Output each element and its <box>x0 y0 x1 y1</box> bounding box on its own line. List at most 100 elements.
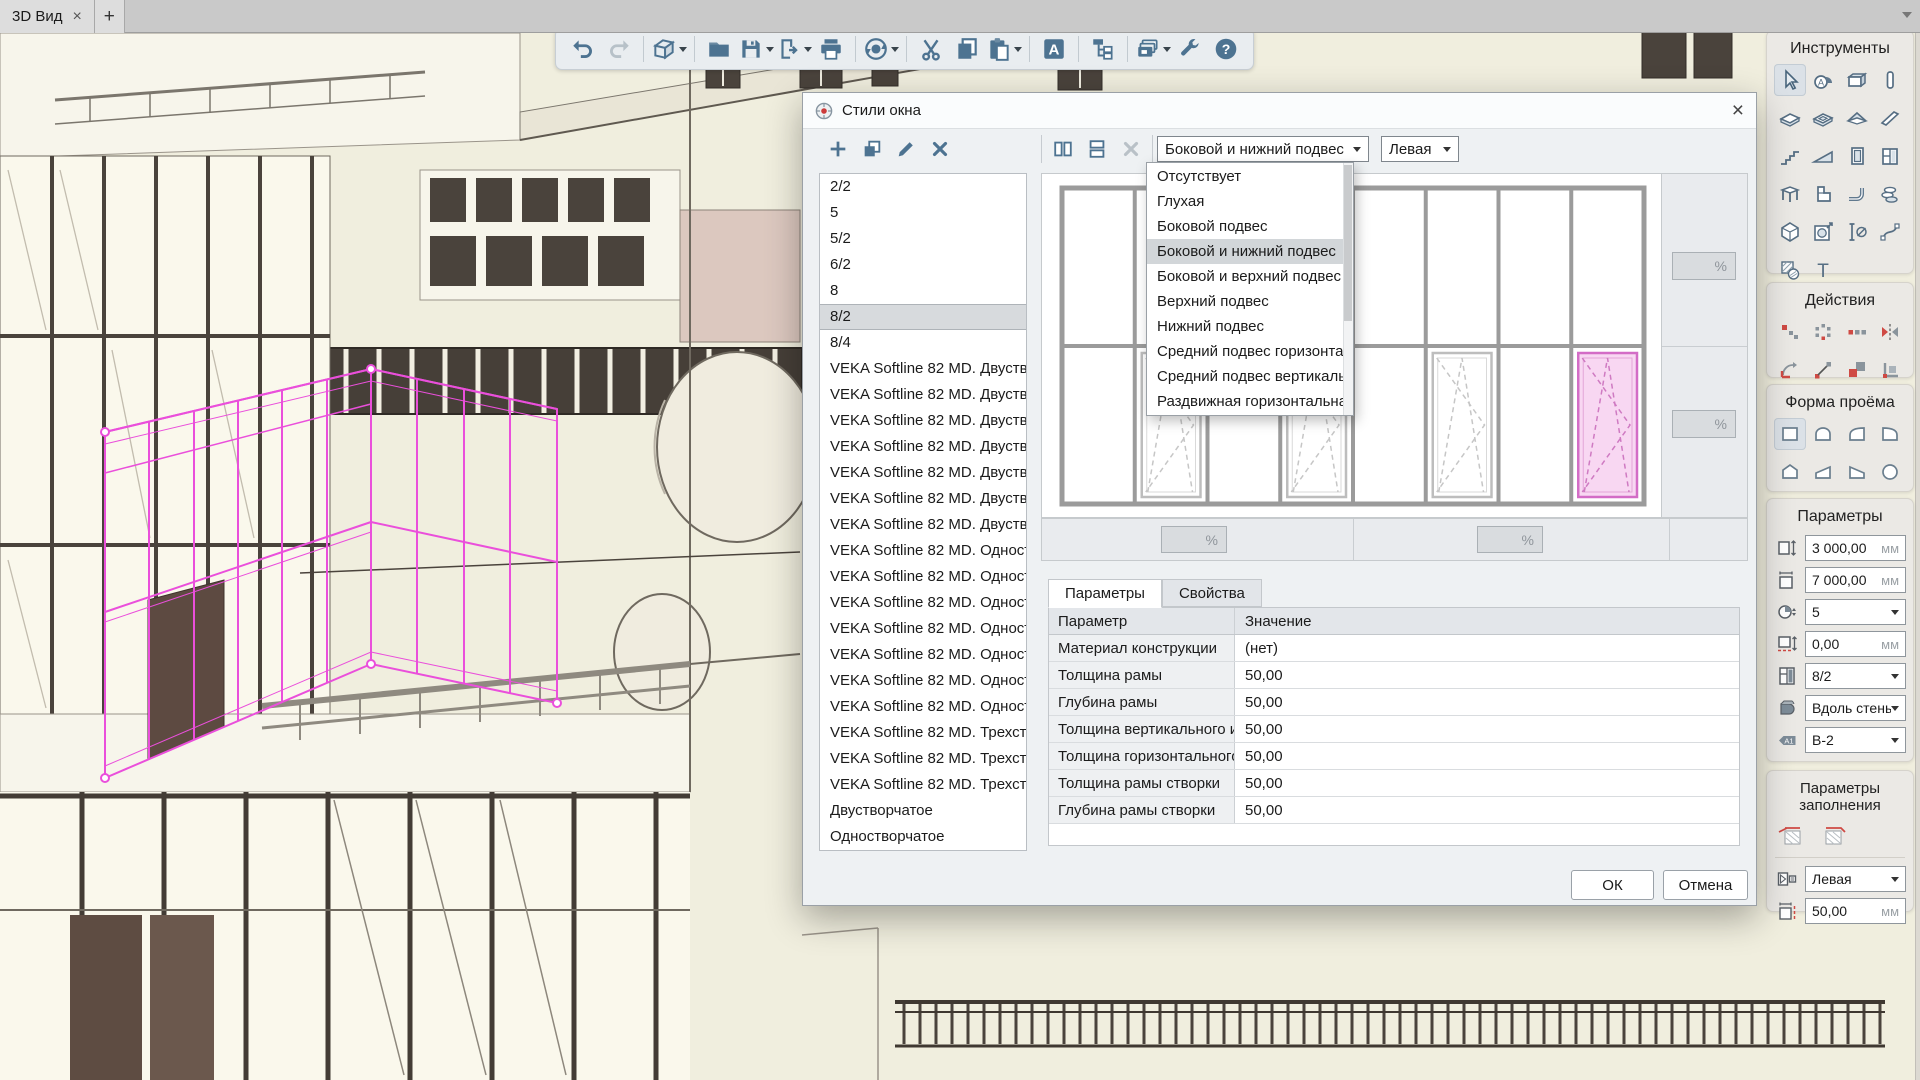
style-list-item[interactable]: VEKA Softline 82 MD. Двустворчато <box>820 408 1026 434</box>
side-combobox[interactable]: Левая <box>1381 136 1459 162</box>
scale-action-icon[interactable] <box>1841 354 1873 386</box>
redo-icon[interactable] <box>602 32 636 66</box>
style-list-item[interactable]: 6/2 <box>820 252 1026 278</box>
sill-outer-icon[interactable] <box>1777 822 1807 848</box>
split-horizontal-button[interactable] <box>1080 133 1114 165</box>
paste-caret[interactable] <box>1014 47 1022 56</box>
offset-action-icon[interactable] <box>1874 354 1906 386</box>
param-value-cell[interactable]: (нет) <box>1235 635 1739 661</box>
shape-arch-icon[interactable] <box>1807 418 1839 450</box>
equipment-tool-icon[interactable] <box>1874 178 1906 210</box>
orbit-icon[interactable] <box>863 32 899 66</box>
door-tool-icon[interactable] <box>1841 140 1873 172</box>
dropdown-option[interactable]: Верхний подвес <box>1147 289 1343 314</box>
dropdown-option[interactable]: Боковой и нижний подвес <box>1147 239 1343 264</box>
style-list-item[interactable]: VEKA Softline 82 MD. Трехстворчат <box>820 772 1026 798</box>
beam-tool-icon[interactable] <box>1874 102 1906 134</box>
style-list-item[interactable]: VEKA Softline 82 MD. Двустворчато <box>820 486 1026 512</box>
copy-icon[interactable] <box>950 32 984 66</box>
help-icon[interactable]: ? <box>1209 32 1243 66</box>
tab-3d-view[interactable]: 3D Вид × <box>0 0 95 33</box>
add-style-button[interactable] <box>821 133 855 165</box>
layers-icon[interactable] <box>1135 32 1171 66</box>
object-structure-icon[interactable] <box>1086 32 1120 66</box>
param-value-cell[interactable]: 50,00 <box>1235 716 1739 742</box>
spline-tool-icon[interactable] <box>1874 216 1906 248</box>
edit-style-button[interactable] <box>889 133 923 165</box>
style-list-item[interactable]: VEKA Softline 82 MD. Двустворчато <box>820 434 1026 460</box>
linear-array-action-icon[interactable] <box>1841 316 1873 348</box>
shape-slope-right-icon[interactable] <box>1807 456 1839 488</box>
style-list-item[interactable]: 5/2 <box>820 226 1026 252</box>
param-value-cell[interactable]: 50,00 <box>1235 797 1739 823</box>
opening-tool-icon[interactable] <box>1807 102 1839 134</box>
new-tab-button[interactable]: + <box>95 0 125 33</box>
tab-parameters[interactable]: Параметры <box>1048 579 1162 608</box>
param-value-cell[interactable]: 50,00 <box>1235 770 1739 796</box>
cancel-button[interactable]: Отмена <box>1663 870 1748 900</box>
shape-rectangle-icon[interactable] <box>1774 418 1806 450</box>
mark-select[interactable]: В-2 <box>1805 727 1906 753</box>
dialog-close-icon[interactable]: × <box>1732 100 1744 121</box>
shape-slope-left-icon[interactable] <box>1841 456 1873 488</box>
style-list-item[interactable]: VEKA Softline 82 MD. Двустворчато <box>820 356 1026 382</box>
style-list-item[interactable]: 8/4 <box>820 330 1026 356</box>
roof-tool-icon[interactable] <box>1841 102 1873 134</box>
element-tool-icon[interactable] <box>1774 216 1806 248</box>
dimension-tool-icon[interactable] <box>1841 216 1873 248</box>
style-list-item[interactable]: VEKA Softline 82 MD. Одностворчат <box>820 590 1026 616</box>
style-list-item[interactable]: VEKA Softline 82 MD. Трехстворчат <box>820 720 1026 746</box>
export-caret[interactable] <box>804 47 812 56</box>
dropdown-option[interactable]: Боковой подвес <box>1147 214 1343 239</box>
assembly-tool-icon[interactable] <box>1807 216 1839 248</box>
shape-arc-left-icon[interactable] <box>1841 418 1873 450</box>
tab-close-icon[interactable]: × <box>72 9 81 25</box>
style-list-item[interactable]: VEKA Softline 82 MD. Трехстворчат <box>820 746 1026 772</box>
param-value-cell[interactable]: 50,00 <box>1235 662 1739 688</box>
dialog-title-bar[interactable]: Стили окна × <box>803 93 1756 129</box>
dropdown-option[interactable]: Раздвижная горизонтальная <box>1147 389 1343 414</box>
print-icon[interactable] <box>814 32 848 66</box>
export-icon[interactable] <box>776 32 812 66</box>
save-caret[interactable] <box>766 47 774 56</box>
tab-properties[interactable]: Свойства <box>1162 579 1262 607</box>
rotate-action-icon[interactable] <box>1774 354 1806 386</box>
style-list-item[interactable]: VEKA Softline 82 MD. Двустворчато <box>820 512 1026 538</box>
param-value-cell[interactable]: 50,00 <box>1235 689 1739 715</box>
text-style-icon[interactable]: A <box>1037 32 1071 66</box>
save-icon[interactable] <box>738 32 774 66</box>
cut-icon[interactable] <box>914 32 948 66</box>
split-vertical-button[interactable] <box>1046 133 1080 165</box>
column-tool-icon[interactable] <box>1874 64 1906 96</box>
dropdown-scrollbar[interactable] <box>1343 163 1353 415</box>
orbit-caret[interactable] <box>891 47 899 56</box>
pipe-tool-icon[interactable] <box>1841 178 1873 210</box>
dropdown-option[interactable]: Глухая <box>1147 189 1343 214</box>
opening-side-select[interactable]: Левая <box>1805 866 1906 892</box>
bottom-row-height-percent-input[interactable]: % <box>1672 410 1736 438</box>
left-width-percent-input[interactable]: % <box>1161 526 1227 553</box>
layers-caret[interactable] <box>1163 47 1171 56</box>
dropdown-option[interactable]: Боковой и верхний подвес <box>1147 264 1343 289</box>
window-tool-icon[interactable] <box>1874 140 1906 172</box>
duplicate-style-button[interactable] <box>855 133 889 165</box>
floor-tool-icon[interactable] <box>1774 102 1806 134</box>
shape-arc-right-icon[interactable] <box>1874 418 1906 450</box>
style-list-item[interactable]: VEKA Softline 82 MD. Двустворчато <box>820 382 1026 408</box>
circular-array-action-icon[interactable] <box>1807 316 1839 348</box>
dropdown-option[interactable]: Средний подвес горизонтальный <box>1147 339 1343 364</box>
delete-style-button[interactable] <box>923 133 957 165</box>
remove-split-button-disabled[interactable] <box>1114 133 1148 165</box>
foundation-tool-icon[interactable] <box>1807 178 1839 210</box>
opening-type-combobox[interactable]: Боковой и нижний подвес <box>1157 136 1369 162</box>
style-list-item[interactable]: VEKA Softline 82 MD. Двустворчато <box>820 460 1026 486</box>
sill-inner-icon[interactable] <box>1819 822 1849 848</box>
dropdown-option[interactable]: Отсутствует <box>1147 164 1343 189</box>
placement-select[interactable]: Вдоль стены <box>1805 695 1906 721</box>
style-list-item[interactable]: Двустворчатое <box>820 798 1026 824</box>
right-width-percent-input[interactable]: % <box>1477 526 1543 553</box>
style-list-item[interactable]: VEKA Softline 82 MD. Одностворчат <box>820 564 1026 590</box>
mirror-action-icon[interactable] <box>1874 316 1906 348</box>
open-folder-icon[interactable] <box>702 32 736 66</box>
table-tool-icon[interactable] <box>1774 178 1806 210</box>
